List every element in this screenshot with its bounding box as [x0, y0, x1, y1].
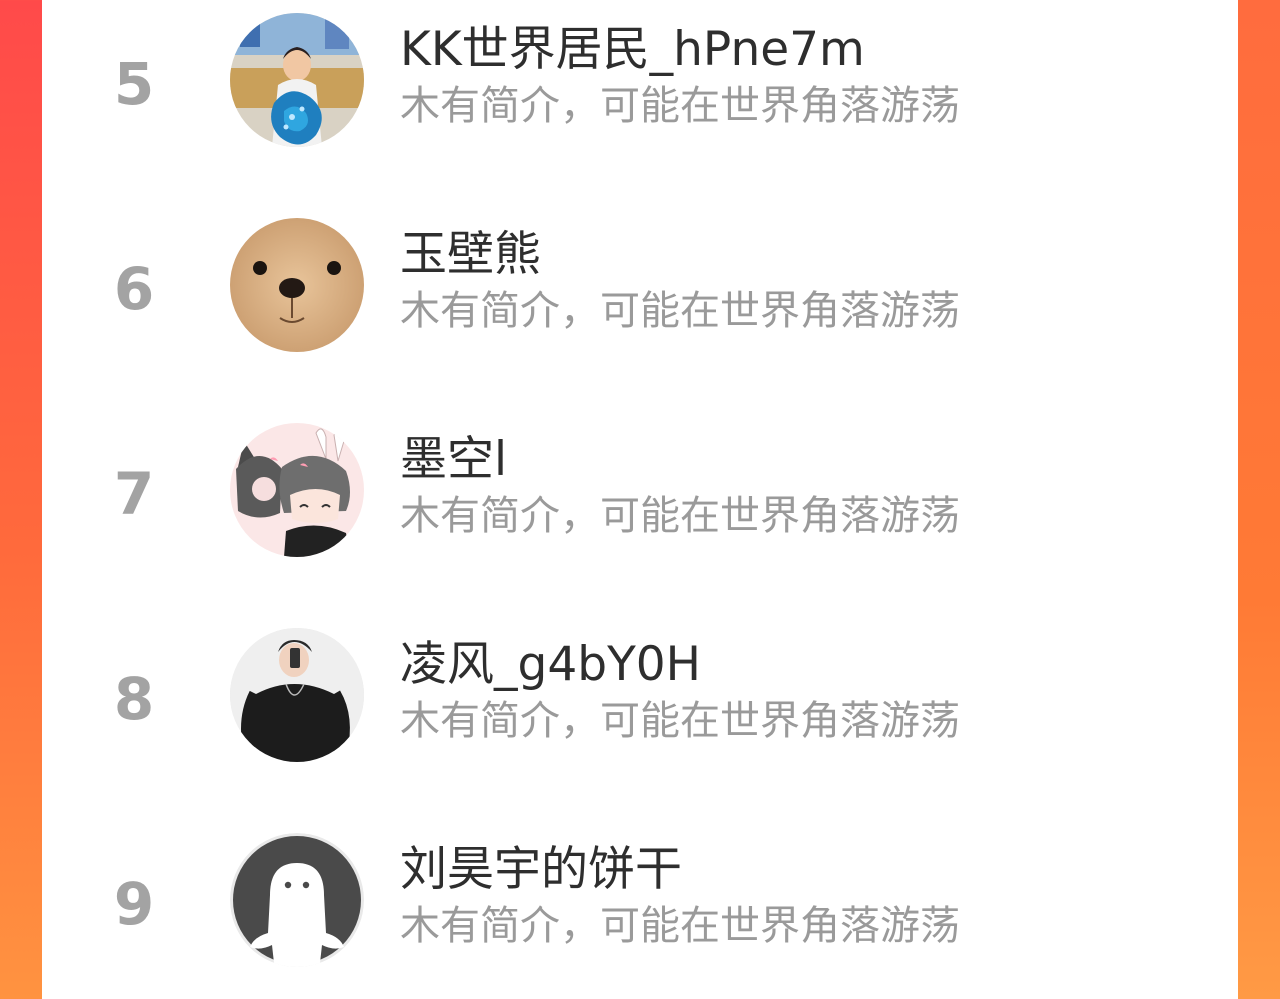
user-name: 玉壁熊	[400, 227, 541, 282]
rank-number: 6	[113, 255, 155, 323]
rank-number: 8	[113, 665, 155, 733]
background-right-edge	[1238, 0, 1280, 999]
ranking-row[interactable]: 5 KK世界居民_hPne7m 木有简介，可能在世界角落游荡	[42, 0, 1238, 183]
mirror-selfie-avatar-icon[interactable]	[230, 628, 364, 762]
user-description: 木有简介，可能在世界角落游荡	[400, 903, 960, 949]
user-name: 墨空l	[400, 432, 508, 487]
ranking-row[interactable]: 9 刘昊宇的饼干 木有简介，可能在世界角落游荡	[42, 798, 1238, 999]
user-description: 木有简介，可能在世界角落游荡	[400, 288, 960, 334]
rank-number: 7	[113, 460, 155, 528]
rank-number: 5	[113, 50, 155, 118]
ranking-row[interactable]: 6 玉壁熊 木有简介，可能在世界角落游荡	[42, 183, 1238, 388]
anime-couple-avatar-icon[interactable]	[230, 423, 364, 557]
user-description: 木有简介，可能在世界角落游荡	[400, 698, 960, 744]
user-description: 木有简介，可能在世界角落游荡	[400, 493, 960, 539]
default-ghost-avatar-icon[interactable]	[230, 833, 364, 967]
user-description: 木有简介，可能在世界角落游荡	[400, 83, 960, 129]
rank-number: 9	[113, 870, 155, 938]
ranking-row[interactable]: 7 墨空l 木有简介，可能在世界角落游荡	[42, 388, 1238, 593]
user-name: 刘昊宇的饼干	[400, 842, 682, 897]
ranking-list-panel: 5 KK世界居民_hPne7m 木有简介，可能在世界角落游荡 6 玉壁熊 木有简…	[42, 0, 1238, 999]
teddy-bear-avatar-icon[interactable]	[230, 218, 364, 352]
user-name: 凌风_g4bY0H	[400, 637, 702, 692]
kid-with-balloon-avatar-icon[interactable]	[230, 13, 364, 147]
user-name: KK世界居民_hPne7m	[400, 22, 865, 77]
ranking-row[interactable]: 8 凌风_g4bY0H 木有简介，可能在世界角落游荡	[42, 593, 1238, 798]
